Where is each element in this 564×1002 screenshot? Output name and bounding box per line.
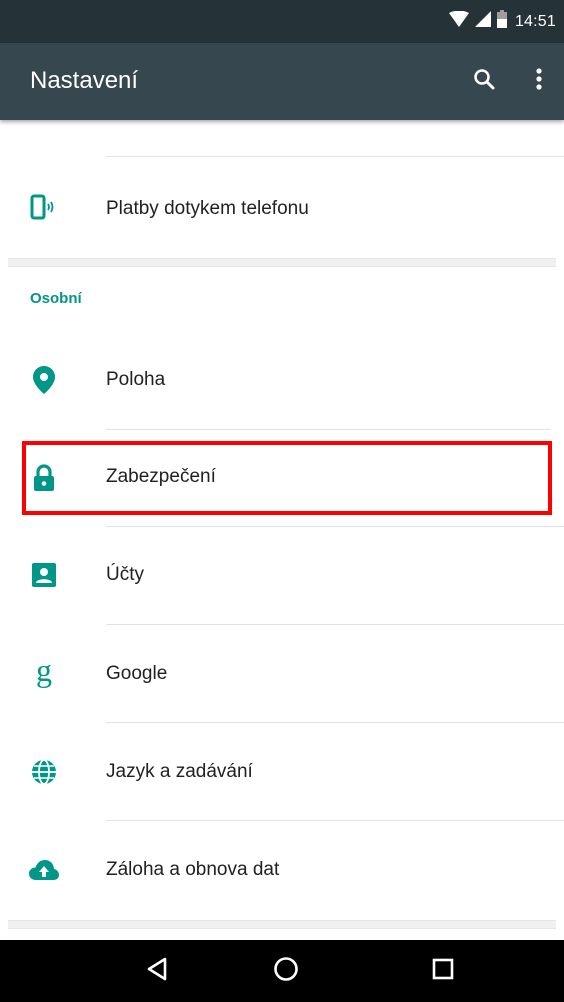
more-options-button[interactable] bbox=[523, 65, 555, 97]
search-icon bbox=[472, 67, 496, 96]
settings-item-security[interactable]: Zabezpečení bbox=[0, 430, 564, 526]
settings-item-label: Jazyk a zadávání bbox=[106, 761, 253, 782]
cloud-upload-icon bbox=[24, 850, 64, 890]
settings-item-backup-reset[interactable]: Záloha a obnova dat bbox=[0, 822, 564, 918]
settings-list: Platby dotykem telefonu Osobní Poloha Za… bbox=[0, 120, 564, 940]
list-divider bbox=[106, 624, 564, 625]
google-g-icon: g bbox=[24, 652, 64, 692]
recents-button[interactable] bbox=[425, 953, 461, 989]
back-icon bbox=[146, 957, 168, 986]
settings-item-label: Platby dotykem telefonu bbox=[106, 198, 309, 219]
settings-item-label: Google bbox=[106, 663, 168, 684]
settings-item-label: Záloha a obnova dat bbox=[106, 859, 280, 880]
app-bar: Nastavení bbox=[0, 43, 564, 120]
back-button[interactable] bbox=[139, 953, 175, 989]
list-divider bbox=[106, 526, 564, 527]
section-separator bbox=[8, 920, 556, 929]
nfc-payment-icon bbox=[24, 188, 64, 228]
search-button[interactable] bbox=[468, 65, 500, 97]
recents-icon bbox=[432, 958, 454, 985]
list-divider bbox=[106, 722, 564, 723]
home-icon bbox=[273, 956, 299, 987]
settings-item-location[interactable]: Poloha bbox=[0, 332, 564, 428]
settings-item-label: Zabezpečení bbox=[106, 466, 216, 487]
section-header-personal: Osobní bbox=[30, 290, 82, 307]
settings-item-language-input[interactable]: Jazyk a zadávání bbox=[0, 724, 564, 820]
settings-item-label: Účty bbox=[106, 564, 144, 585]
status-time: 14:51 bbox=[514, 12, 556, 30]
location-pin-icon bbox=[24, 360, 64, 400]
lock-icon bbox=[24, 458, 64, 498]
navigation-bar bbox=[0, 940, 564, 1002]
settings-item-accounts[interactable]: Účty bbox=[0, 528, 564, 624]
list-divider bbox=[106, 820, 564, 821]
more-vert-icon bbox=[535, 67, 543, 96]
settings-item-google[interactable]: g Google bbox=[0, 626, 564, 722]
status-bar: 14:51 bbox=[0, 0, 564, 43]
battery-icon bbox=[496, 10, 507, 33]
home-button[interactable] bbox=[268, 953, 304, 989]
globe-icon bbox=[24, 752, 64, 792]
page-title: Nastavení bbox=[30, 67, 139, 94]
account-box-icon bbox=[24, 555, 64, 595]
wifi-icon bbox=[448, 10, 469, 32]
svg-text:g: g bbox=[36, 655, 52, 688]
section-separator bbox=[8, 258, 556, 267]
signal-icon bbox=[474, 11, 491, 32]
settings-item-nfc-payment[interactable]: Platby dotykem telefonu bbox=[0, 160, 564, 256]
settings-item-label: Poloha bbox=[106, 369, 166, 390]
list-divider bbox=[106, 156, 564, 157]
